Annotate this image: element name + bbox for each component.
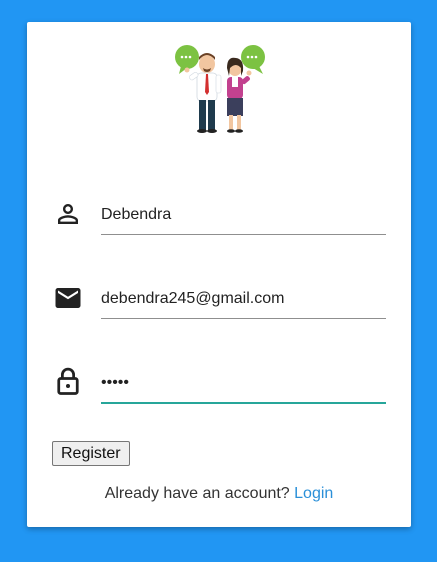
mail-icon [55,288,81,308]
name-field-row [27,190,411,250]
email-input[interactable] [101,280,386,319]
login-prompt-line: Already have an account? Login [27,485,411,503]
login-prompt-text: Already have an account? [104,485,290,502]
password-input[interactable] [101,364,386,404]
register-card: Register Already have an account? Login [27,22,411,527]
name-input[interactable] [101,196,386,235]
register-button[interactable]: Register [52,441,130,466]
login-link[interactable]: Login [294,485,333,502]
person-icon [58,204,78,224]
chatting-people-illustration [175,45,265,133]
email-field-row [27,274,411,334]
lock-icon [57,367,79,395]
password-field-row [27,358,411,418]
